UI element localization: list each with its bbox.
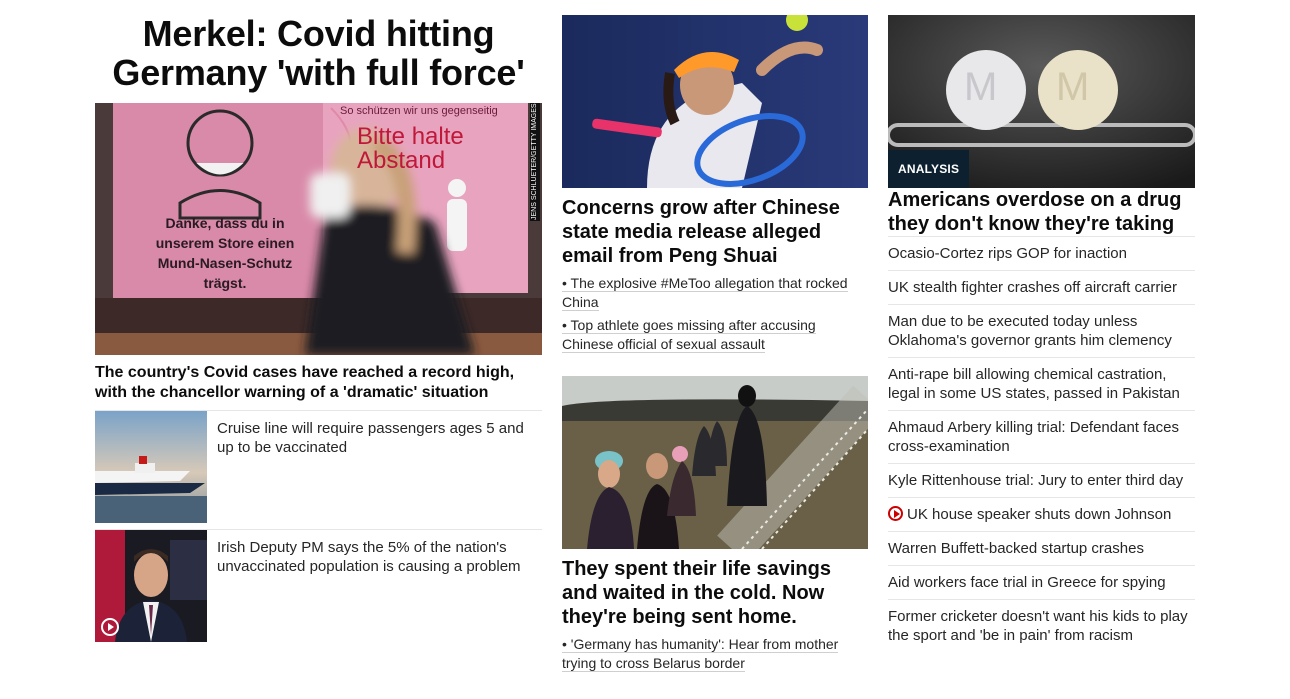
list-item[interactable]: Aid workers face trial in Greece for spy…: [888, 565, 1195, 599]
list-item[interactable]: Ahmaud Arbery killing trial: Defendant f…: [888, 410, 1195, 463]
pill-mark: M: [1056, 65, 1090, 109]
story-text[interactable]: Cruise line will require passengers ages…: [207, 411, 542, 523]
play-circle-icon: [101, 618, 119, 636]
story-text[interactable]: Irish Deputy PM says the 5% of the natio…: [207, 530, 542, 642]
related-link[interactable]: • Top athlete goes missing after accusin…: [562, 316, 868, 354]
belarus-headline[interactable]: They spent their life savings and waited…: [562, 549, 868, 629]
lead-headline[interactable]: Merkel: Covid hitting Germany 'with full…: [95, 0, 542, 103]
list-item[interactable]: Man due to be executed today unless Okla…: [888, 304, 1195, 357]
lead-subheadline[interactable]: The country's Covid cases have reached a…: [95, 355, 542, 410]
list-item-video[interactable]: UK house speaker shuts down Johnson: [888, 497, 1195, 531]
list-item[interactable]: Anti-rape bill allowing chemical castrat…: [888, 357, 1195, 410]
related-link[interactable]: • The explosive #MeToo allegation that r…: [562, 274, 868, 312]
list-item[interactable]: UK stealth fighter crashes off aircraft …: [888, 270, 1195, 304]
lead-column: Merkel: Covid hitting Germany 'with full…: [95, 0, 542, 642]
sign-top-text: So schützen wir uns gegenseitig: [340, 105, 498, 117]
list-item[interactable]: Former cricketer doesn't want his kids t…: [888, 599, 1195, 652]
pill-mark: M: [964, 65, 998, 109]
belarus-border-image[interactable]: [562, 376, 868, 549]
story-row-cruise[interactable]: Cruise line will require passengers ages…: [95, 411, 542, 523]
story-row-irish[interactable]: Irish Deputy PM says the 5% of the natio…: [95, 530, 542, 642]
play-circle-icon: [888, 506, 903, 521]
sign-left-text: Danke, dass du in unserem Store einen Mu…: [155, 215, 295, 291]
overdose-headline[interactable]: Americans overdose on a drug they don't …: [888, 181, 1181, 243]
list-item[interactable]: Warren Buffett-backed startup crashes: [888, 531, 1195, 565]
related-link[interactable]: • 'Germany has humanity': Hear from moth…: [562, 635, 868, 673]
peng-shuai-headline[interactable]: Concerns grow after Chinese state media …: [562, 188, 868, 268]
lead-image[interactable]: So schützen wir uns gegenseitig Bitte ha…: [95, 103, 542, 355]
cruise-ship-thumbnail[interactable]: [95, 411, 207, 523]
right-column: M M ANALYSIS Americans overdose on a dru…: [888, 15, 1195, 652]
tennis-image[interactable]: [562, 15, 868, 188]
middle-column: Concerns grow after Chinese state media …: [562, 15, 868, 673]
list-item[interactable]: Kyle Rittenhouse trial: Jury to enter th…: [888, 463, 1195, 497]
pills-image[interactable]: M M ANALYSIS: [888, 15, 1195, 188]
image-credit: JENS SCHLUETER/GETTY IMAGES: [530, 103, 540, 221]
analysis-badge: ANALYSIS: [888, 150, 970, 188]
irish-pm-thumbnail[interactable]: [95, 530, 207, 642]
sign-big-text: Bitte halte Abstand: [357, 123, 464, 174]
